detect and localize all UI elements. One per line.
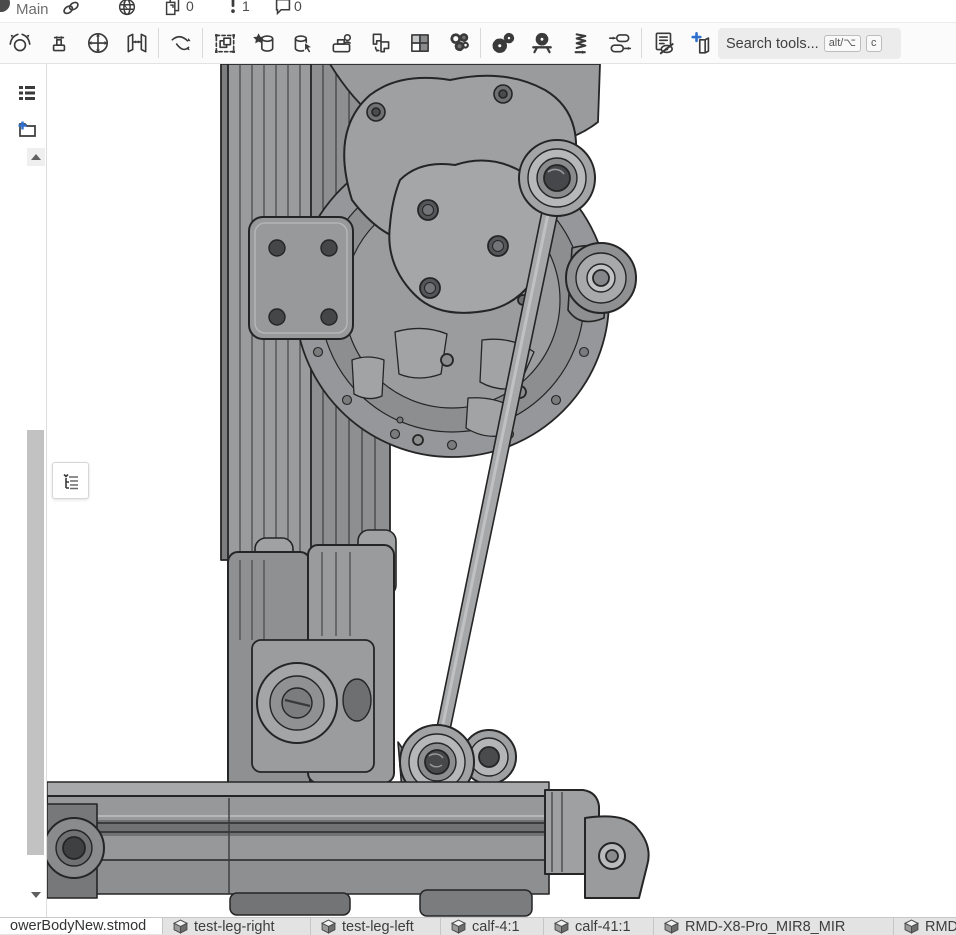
free-drag-icon[interactable] bbox=[161, 25, 200, 61]
tab-rmd-x8-pro[interactable]: RMD-X8-Pro_MIR8_MIR bbox=[654, 918, 894, 935]
tab-rmd-x8-pro-2[interactable]: RMD-X8-Pro_MIR8_MIR bbox=[894, 918, 956, 935]
replicate-icon[interactable] bbox=[361, 25, 400, 61]
panel-scrollbar[interactable] bbox=[27, 148, 45, 910]
toolbar-divider bbox=[202, 28, 203, 58]
instances-list-icon bbox=[16, 82, 38, 104]
assembly-toolbar: Search tools... alt/⌥ c bbox=[0, 22, 956, 64]
fix-part-icon[interactable] bbox=[244, 25, 283, 61]
part-studio-cube-icon bbox=[451, 919, 466, 934]
part-studio-cube-icon bbox=[321, 919, 336, 934]
pin-icon[interactable] bbox=[222, 0, 244, 19]
link-icon[interactable] bbox=[60, 0, 82, 19]
tab-label: test-leg-right bbox=[194, 919, 275, 935]
scroll-up-icon bbox=[31, 154, 41, 160]
slider-mate-icon[interactable] bbox=[39, 25, 78, 61]
globe-icon[interactable] bbox=[116, 0, 138, 19]
document-tab-bar: owerBodyNew.stmod test-leg-right test-le… bbox=[0, 917, 956, 935]
hidden-instances-icon[interactable] bbox=[644, 25, 683, 61]
scroll-up-button[interactable] bbox=[27, 148, 45, 166]
workspace-version-label[interactable]: Main bbox=[16, 1, 49, 18]
onshape-assembly-window: Main 0 1 0 bbox=[0, 0, 956, 935]
part-studio-cube-icon bbox=[554, 919, 569, 934]
instances-list-button[interactable] bbox=[16, 82, 38, 104]
tab-calf-41[interactable]: calf-41:1 bbox=[544, 918, 654, 935]
versions-icon[interactable] bbox=[162, 0, 184, 19]
tab-test-leg-left[interactable]: test-leg-left bbox=[311, 918, 441, 935]
tab-lowerbody[interactable]: owerBodyNew.stmod bbox=[0, 917, 163, 934]
feature-list-flyout-icon bbox=[60, 470, 82, 492]
tab-label: calf-41:1 bbox=[575, 919, 631, 935]
tab-label: RMD-X8-Pro_MIR8_MIR bbox=[685, 919, 845, 935]
document-bar: Main 0 1 0 bbox=[0, 0, 956, 22]
toolbar-divider bbox=[158, 28, 159, 58]
pins-count: 1 bbox=[242, 0, 250, 14]
ball-mate-icon[interactable] bbox=[0, 25, 39, 61]
toolbar-divider bbox=[641, 28, 642, 58]
tab-label: calf-4:1 bbox=[472, 919, 520, 935]
scroll-down-icon bbox=[31, 892, 41, 898]
feature-list-flyout-button[interactable] bbox=[52, 462, 89, 499]
rack-pinion-relation-icon[interactable] bbox=[522, 25, 561, 61]
versions-count: 0 bbox=[186, 0, 194, 14]
gear-relation-icon[interactable] bbox=[483, 25, 522, 61]
tab-calf-4[interactable]: calf-4:1 bbox=[441, 918, 544, 935]
screw-relation-icon[interactable] bbox=[561, 25, 600, 61]
pattern-grid-icon[interactable] bbox=[400, 25, 439, 61]
scroll-thumb[interactable] bbox=[27, 430, 44, 855]
add-folder-button[interactable] bbox=[16, 118, 38, 140]
part-studio-cube-icon bbox=[904, 919, 919, 934]
tab-label: test-leg-left bbox=[342, 919, 414, 935]
tab-test-leg-right[interactable]: test-leg-right bbox=[163, 918, 311, 935]
group-select-icon[interactable] bbox=[205, 25, 244, 61]
left-panel bbox=[0, 64, 47, 917]
shortcut-alt-badge: alt/⌥ bbox=[824, 35, 861, 52]
scroll-down-button[interactable] bbox=[27, 888, 45, 902]
model-viewport[interactable] bbox=[47, 64, 956, 917]
gear-cluster-icon[interactable] bbox=[439, 25, 478, 61]
comments-count: 0 bbox=[294, 0, 302, 14]
tab-label: owerBodyNew.stmod bbox=[10, 918, 146, 934]
shortcut-key-badge: c bbox=[866, 35, 882, 52]
standard-content-icon[interactable] bbox=[322, 25, 361, 61]
search-tools-placeholder: Search tools... bbox=[726, 36, 819, 52]
linear-relation-icon[interactable] bbox=[600, 25, 639, 61]
add-folder-icon bbox=[16, 118, 38, 140]
toolbar-divider bbox=[480, 28, 481, 58]
robot-leg-model bbox=[47, 64, 956, 917]
width-mate-icon[interactable] bbox=[117, 25, 156, 61]
add-part-icon[interactable] bbox=[683, 25, 722, 61]
part-studio-cube-icon bbox=[664, 919, 679, 934]
comment-icon[interactable] bbox=[272, 0, 294, 19]
workspace-dot-icon bbox=[0, 0, 10, 12]
search-tools-box[interactable]: Search tools... alt/⌥ c bbox=[718, 28, 901, 59]
tab-label: RMD-X8-Pro_MIR8_MIR bbox=[925, 919, 956, 935]
select-part-icon[interactable] bbox=[283, 25, 322, 61]
planar-mate-icon[interactable] bbox=[78, 25, 117, 61]
part-studio-cube-icon bbox=[173, 919, 188, 934]
